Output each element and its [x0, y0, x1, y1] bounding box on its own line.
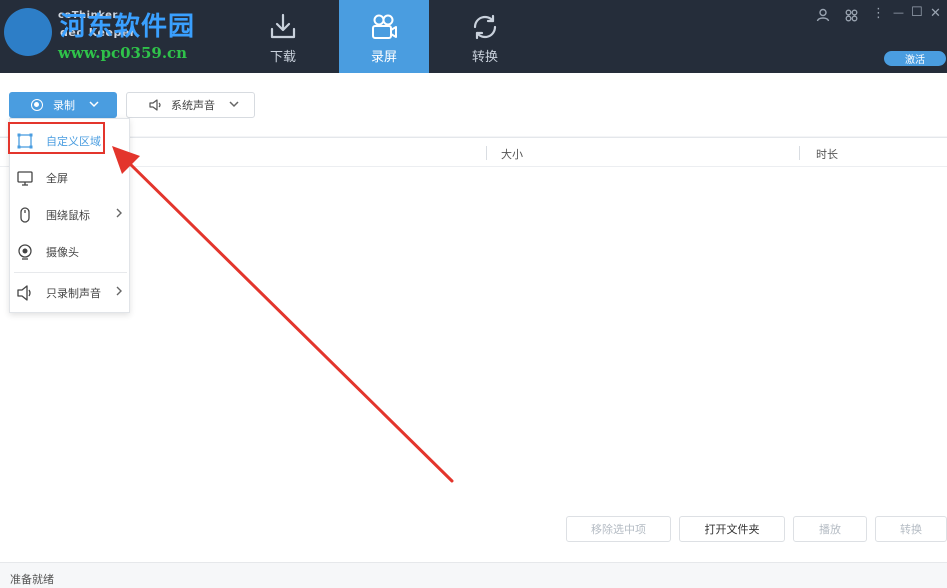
convert-button[interactable]: 转换	[875, 516, 947, 542]
chevron-down-icon	[89, 100, 99, 111]
monitor-icon	[17, 171, 33, 186]
tab-convert[interactable]: 转换	[440, 0, 530, 73]
file-list-area	[0, 167, 947, 562]
chevron-right-icon	[116, 207, 123, 221]
toolbar: 录制 系统声音	[0, 73, 947, 136]
brand-area: ceThinker deo Keeper 河东软件园 www.pc0359.cn	[0, 0, 240, 73]
status-text: 准备就绪	[10, 573, 54, 586]
column-size[interactable]: 大小	[501, 146, 523, 162]
menu-item-around-mouse[interactable]: 围绕鼠标	[10, 200, 129, 230]
chevron-down-icon	[229, 100, 239, 111]
mouse-icon	[20, 207, 30, 223]
user-icon[interactable]	[816, 8, 830, 22]
speaker-icon	[17, 285, 31, 301]
activate-button[interactable]: 激活	[884, 51, 946, 66]
title-bar: ceThinker deo Keeper 河东软件园 www.pc0359.cn…	[0, 0, 947, 73]
webcam-icon	[18, 244, 32, 260]
menu-item-label: 全屏	[46, 172, 68, 185]
tab-download[interactable]: 下载	[238, 0, 328, 73]
column-divider	[486, 146, 487, 160]
menu-divider	[14, 272, 127, 273]
maximize-icon[interactable]: ☐	[911, 5, 923, 20]
apps-icon[interactable]	[845, 9, 858, 22]
tab-record-label: 录屏	[370, 50, 397, 65]
open-folder-button[interactable]: 打开文件夹	[679, 516, 785, 542]
watermark-text: 河东软件园	[60, 12, 196, 42]
app-logo	[4, 8, 52, 56]
tab-record[interactable]: 录屏	[339, 0, 429, 73]
record-button[interactable]: 录制	[9, 92, 117, 118]
column-duration[interactable]: 时长	[816, 146, 838, 162]
menu-item-audio-only[interactable]: 只录制声音	[10, 278, 129, 308]
watermark-url: www.pc0359.cn	[58, 44, 188, 62]
remove-selected-button[interactable]: 移除选中项	[566, 516, 671, 542]
file-table-header: 大小 时长	[0, 137, 947, 167]
minimize-icon[interactable]: —	[893, 6, 904, 19]
system-sound-label: 系统声音	[171, 99, 215, 112]
more-menu-icon[interactable]: ⋮	[872, 6, 885, 21]
menu-item-label: 摄像头	[46, 246, 79, 259]
menu-item-webcam[interactable]: 摄像头	[10, 237, 129, 267]
menu-item-label: 围绕鼠标	[46, 209, 90, 222]
tab-convert-label: 转换	[471, 50, 498, 65]
close-icon[interactable]: ✕	[930, 6, 941, 21]
speaker-icon	[149, 99, 161, 111]
video-camera-icon	[372, 14, 397, 39]
record-icon	[31, 99, 43, 111]
menu-item-fullscreen[interactable]: 全屏	[10, 163, 129, 193]
status-bar: 准备就绪	[0, 562, 947, 588]
menu-item-label: 只录制声音	[46, 287, 101, 300]
play-button[interactable]: 播放	[793, 516, 867, 542]
tab-download-label: 下载	[269, 50, 296, 65]
chevron-right-icon	[116, 285, 123, 299]
column-divider	[799, 146, 800, 160]
download-icon	[270, 13, 296, 39]
record-button-label: 录制	[53, 99, 75, 112]
system-sound-button[interactable]: 系统声音	[126, 92, 255, 118]
convert-icon	[473, 14, 497, 40]
annotation-highlight-box	[8, 122, 105, 154]
